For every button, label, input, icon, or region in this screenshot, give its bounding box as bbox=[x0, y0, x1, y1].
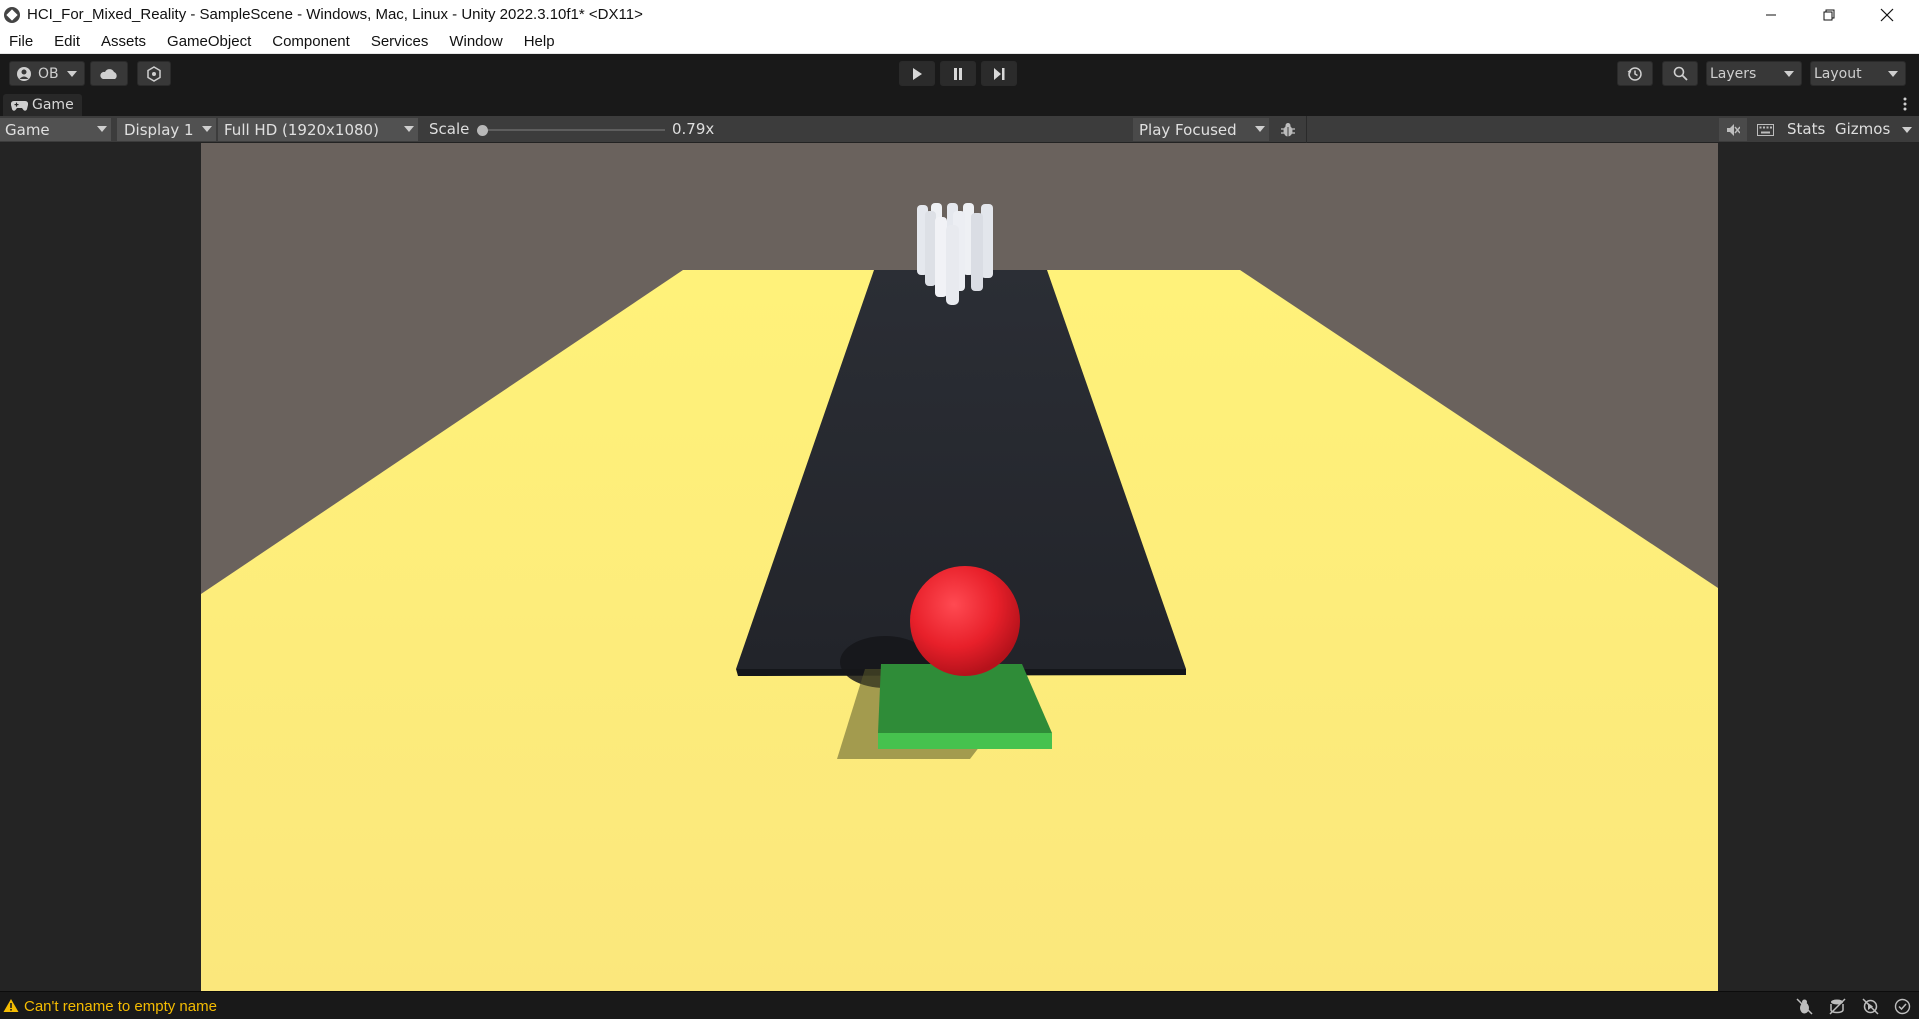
chevron-down-icon bbox=[1255, 126, 1265, 132]
frame-debugger-button[interactable] bbox=[1278, 120, 1298, 140]
resolution-label: Full HD (1920x1080) bbox=[224, 120, 379, 139]
panel-tab-row: Game bbox=[0, 94, 1919, 116]
menu-gameobject[interactable]: GameObject bbox=[158, 33, 263, 50]
scale-slider-track bbox=[477, 129, 665, 131]
scale-slider-thumb[interactable] bbox=[477, 125, 488, 136]
stats-button[interactable]: Stats bbox=[1787, 120, 1825, 138]
cache-server-icon[interactable] bbox=[1829, 998, 1846, 1015]
resolution-dropdown[interactable]: Full HD (1920x1080) bbox=[218, 118, 418, 141]
scale-slider[interactable] bbox=[477, 125, 665, 136]
gizmos-chevron-icon[interactable] bbox=[1902, 127, 1912, 133]
mute-audio-button[interactable] bbox=[1719, 118, 1747, 141]
menu-file[interactable]: File bbox=[0, 33, 45, 50]
shortcuts-button[interactable] bbox=[1752, 120, 1778, 140]
layers-dropdown[interactable]: Layers bbox=[1706, 61, 1802, 86]
mute-icon bbox=[1727, 123, 1740, 136]
restore-icon[interactable] bbox=[1801, 0, 1857, 29]
game-view-toolbar: Game Display 1 Full HD (1920x1080) Scale… bbox=[0, 116, 1919, 143]
panel-menu-icon[interactable] bbox=[1903, 97, 1907, 111]
scale-label: Scale bbox=[429, 120, 470, 138]
scale-value: 0.79x bbox=[672, 120, 715, 138]
debug-disabled-icon[interactable] bbox=[1796, 998, 1813, 1015]
layers-label: Layers bbox=[1710, 65, 1757, 82]
chevron-down-icon bbox=[1784, 71, 1794, 77]
divider bbox=[1306, 116, 1307, 143]
warning-icon bbox=[3, 999, 19, 1012]
unity-logo-icon bbox=[4, 6, 20, 23]
history-icon bbox=[1627, 66, 1642, 81]
gizmos-button[interactable]: Gizmos bbox=[1835, 120, 1890, 138]
chevron-down-icon bbox=[66, 70, 77, 77]
chevron-down-icon bbox=[1888, 71, 1898, 77]
undo-history-button[interactable] bbox=[1617, 61, 1653, 86]
display-dropdown[interactable]: Display 1 bbox=[117, 118, 216, 141]
menu-bar: File Edit Assets GameObject Component Se… bbox=[0, 29, 1919, 54]
red-ball bbox=[910, 566, 1020, 676]
pause-icon bbox=[954, 67, 962, 80]
play-mode-dropdown[interactable]: Play Focused bbox=[1133, 118, 1269, 141]
tab-game-label: Game bbox=[32, 97, 74, 113]
play-button[interactable] bbox=[899, 61, 935, 86]
check-circle-icon[interactable] bbox=[1894, 998, 1911, 1015]
pause-button[interactable] bbox=[940, 61, 976, 86]
menu-edit[interactable]: Edit bbox=[45, 33, 92, 50]
display-label: Display 1 bbox=[124, 120, 194, 139]
game-render bbox=[201, 203, 1718, 991]
step-button[interactable] bbox=[981, 61, 1017, 86]
minimize-icon[interactable] bbox=[1743, 0, 1799, 29]
tab-game[interactable]: Game bbox=[3, 94, 82, 116]
view-mode-dropdown[interactable]: Game bbox=[0, 118, 111, 141]
game-viewport[interactable] bbox=[201, 143, 1718, 991]
step-icon bbox=[994, 67, 1005, 80]
settings-icon bbox=[147, 65, 161, 82]
auto-generate-lighting-icon[interactable] bbox=[1862, 998, 1879, 1015]
main-toolbar: OB Layers Layout bbox=[0, 54, 1919, 94]
keyboard-icon bbox=[1756, 124, 1774, 136]
play-mode-label: Play Focused bbox=[1139, 120, 1237, 139]
search-button[interactable] bbox=[1662, 61, 1698, 86]
layout-dropdown[interactable]: Layout bbox=[1810, 61, 1906, 86]
window-title: HCI_For_Mixed_Reality - SampleScene - Wi… bbox=[27, 6, 643, 23]
chevron-down-icon bbox=[202, 126, 212, 132]
status-message[interactable]: Can't rename to empty name bbox=[24, 998, 217, 1015]
menu-component[interactable]: Component bbox=[263, 33, 362, 50]
account-label: OB bbox=[38, 65, 59, 82]
view-mode-label: Game bbox=[5, 120, 50, 139]
status-bar: Can't rename to empty name bbox=[0, 991, 1919, 1019]
play-icon bbox=[913, 67, 922, 80]
collab-settings-button[interactable] bbox=[137, 61, 171, 86]
gamepad-icon bbox=[11, 100, 28, 111]
menu-help[interactable]: Help bbox=[515, 33, 567, 50]
cloud-icon bbox=[100, 68, 117, 79]
chevron-down-icon bbox=[404, 126, 414, 132]
green-pad-front bbox=[878, 733, 1052, 749]
menu-window[interactable]: Window bbox=[440, 33, 514, 50]
chevron-down-icon bbox=[97, 126, 107, 132]
bug-icon bbox=[1281, 123, 1295, 137]
account-dropdown[interactable]: OB bbox=[9, 61, 85, 86]
close-icon[interactable] bbox=[1859, 0, 1915, 29]
account-icon bbox=[17, 66, 31, 81]
menu-services[interactable]: Services bbox=[362, 33, 441, 50]
search-icon bbox=[1673, 66, 1688, 81]
title-bar: HCI_For_Mixed_Reality - SampleScene - Wi… bbox=[0, 0, 1919, 29]
menu-assets[interactable]: Assets bbox=[92, 33, 158, 50]
layout-label: Layout bbox=[1814, 65, 1862, 82]
cloud-button[interactable] bbox=[90, 61, 128, 86]
